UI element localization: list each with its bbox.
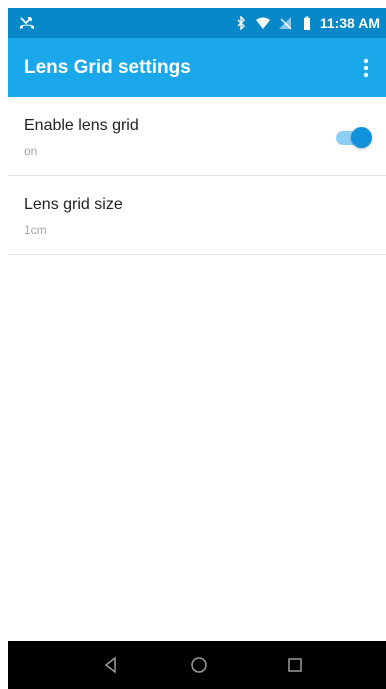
bluetooth-icon [237, 16, 245, 30]
no-sim-icon [278, 17, 292, 30]
navigation-bar [8, 641, 386, 689]
setting-lens-grid-size[interactable]: Lens grid size 1cm [8, 176, 386, 255]
setting-enable-lens-grid[interactable]: Enable lens grid on [8, 97, 386, 176]
status-time: 11:38 AM [319, 15, 380, 31]
app-bar: Lens Grid settings [8, 38, 386, 97]
overflow-menu-icon[interactable] [354, 54, 378, 82]
toggle-thumb [351, 127, 372, 148]
setting-title: Lens grid size [24, 196, 123, 213]
back-icon[interactable] [99, 653, 123, 677]
recents-icon[interactable] [283, 653, 307, 677]
lens-grid-toggle[interactable] [336, 127, 372, 149]
setting-summary: on [24, 144, 38, 158]
missed-call-icon [20, 17, 34, 29]
wifi-icon [255, 17, 270, 29]
page-title: Lens Grid settings [24, 57, 191, 78]
setting-summary: 1cm [24, 223, 47, 237]
home-icon[interactable] [187, 653, 211, 677]
battery-icon [303, 16, 310, 30]
screen: 11:38 AM Lens Grid settings Enable lens … [8, 8, 386, 689]
setting-title: Enable lens grid [24, 117, 139, 134]
status-bar: 11:38 AM [8, 8, 386, 38]
